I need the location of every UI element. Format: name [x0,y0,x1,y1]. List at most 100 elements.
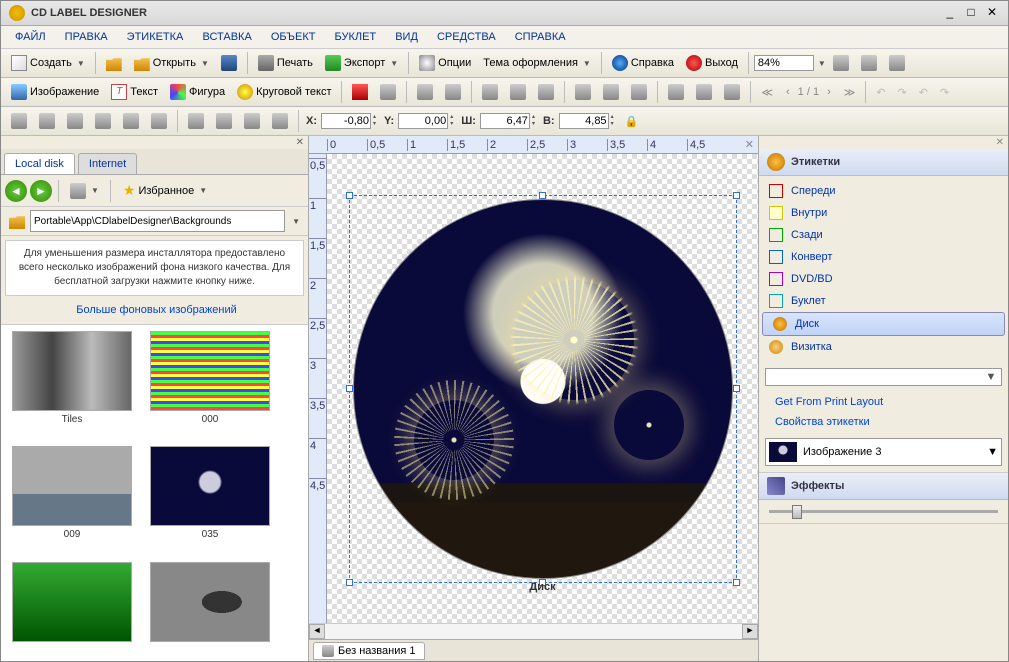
label-properties-link[interactable]: Свойства этикетки [759,412,1008,432]
align-center-button[interactable] [34,110,60,132]
help-button[interactable]: Справка [607,52,679,74]
theme-button[interactable]: Тема оформления▼ [478,54,596,72]
circular-text-button[interactable]: Круговой текст [232,81,336,103]
grid-button[interactable] [663,81,689,103]
more-backgrounds-link[interactable]: Больше фоновых изображений [68,300,240,320]
zoom-input[interactable] [754,55,814,71]
label-combo[interactable]: ▼ [765,368,1002,386]
insert-shape-button[interactable]: Фигура [165,81,230,103]
page-first-button[interactable]: ≪ [756,83,778,102]
print-button[interactable]: Печать [253,52,318,74]
label-card[interactable]: Визитка [759,336,1008,358]
edit-button[interactable] [375,81,401,103]
w-up[interactable]: ▴ [532,114,535,121]
maximize-button[interactable]: □ [963,6,979,20]
handle-sw[interactable] [346,579,353,586]
tab-local-disk[interactable]: Local disk [4,153,75,174]
menu-label[interactable]: ЭТИКЕТКА [119,28,192,46]
menu-object[interactable]: ОБЪЕКТ [263,28,324,46]
h-up[interactable]: ▴ [611,114,614,121]
handle-n[interactable] [539,192,546,199]
page-last-button[interactable]: ≫ [839,83,861,102]
label-dvd[interactable]: DVD/BD [759,268,1008,290]
thumb-009[interactable]: 009 [7,446,137,553]
y-input[interactable] [398,113,448,129]
label-combo-input[interactable] [768,371,983,383]
nav-forward-button[interactable]: ► [30,180,52,202]
page-prev-button[interactable]: ‹ [781,83,795,101]
label-front[interactable]: Спереди [759,180,1008,202]
paste-button[interactable] [533,81,559,103]
exit-button[interactable]: Выход [681,52,743,74]
redo2-button[interactable]: ↷ [935,83,954,102]
path-input[interactable] [30,210,285,232]
x-up[interactable]: ▴ [373,114,376,121]
x-input[interactable] [321,113,371,129]
left-panel-close[interactable]: ✕ [1,136,308,149]
thumb-misc2[interactable] [145,562,275,655]
menu-booklet[interactable]: БУКЛЕТ [327,28,385,46]
effects-panel-header[interactable]: Эффекты [759,473,1008,500]
effect-slider[interactable] [769,510,998,513]
tab-internet[interactable]: Internet [78,153,137,174]
get-print-layout-link[interactable]: Get From Print Layout [759,392,1008,412]
favorites-button[interactable]: ★Избранное▼ [117,179,213,202]
path-folder-icon[interactable] [4,210,30,232]
cut-button[interactable] [477,81,503,103]
undo-button[interactable]: ↶ [871,83,890,102]
insert-text-button[interactable]: TТекст [106,81,163,103]
label-booklet[interactable]: Буклет [759,290,1008,312]
menu-view[interactable]: ВИД [387,28,426,46]
handle-se[interactable] [733,579,740,586]
h-down[interactable]: ▾ [611,121,614,128]
label-envelope[interactable]: Конверт [759,246,1008,268]
thumb-035[interactable]: 035 [145,446,275,553]
export-button[interactable]: Экспорт▼ [320,52,403,74]
delete-button[interactable] [347,81,373,103]
redo-tool-button[interactable] [440,81,466,103]
lock-ratio-button[interactable]: 🔒 [620,112,644,131]
open-button[interactable]: Открыть▼ [129,52,214,74]
zoom-in-button[interactable] [828,52,854,74]
disc-object[interactable] [353,199,733,579]
menu-help[interactable]: СПРАВКА [507,28,574,46]
menu-insert[interactable]: ВСТАВКА [194,28,259,46]
thumb-tiles[interactable]: Tiles [7,331,137,438]
redo-button[interactable]: ↷ [892,83,911,102]
insert-image-button[interactable]: Изображение [6,81,104,103]
handle-e[interactable] [733,385,740,392]
canvas-close[interactable]: ✕ [745,138,754,151]
label-inside[interactable]: Внутри [759,202,1008,224]
options-button[interactable]: Опции [414,52,476,74]
align-left-button[interactable] [6,110,32,132]
labels-panel-header[interactable]: Этикетки [759,149,1008,176]
undo2-button[interactable]: ↶ [914,83,933,102]
h-input[interactable] [559,113,609,129]
handle-w[interactable] [346,385,353,392]
view-mode-button[interactable]: ▼ [65,180,104,202]
label-disk[interactable]: Диск [762,312,1005,336]
menu-file[interactable]: ФАЙЛ [7,28,54,46]
zoom-fit-button[interactable] [884,52,910,74]
menu-edit[interactable]: ПРАВКА [57,28,116,46]
guide-button[interactable] [719,81,745,103]
lock-button[interactable] [570,81,596,103]
scroll-right-button[interactable]: ► [742,624,758,639]
handle-ne[interactable] [733,192,740,199]
nav-back-button[interactable]: ◄ [5,180,27,202]
slider-thumb[interactable] [792,505,802,519]
align-top-button[interactable] [90,110,116,132]
thumb-000[interactable]: 000 [145,331,275,438]
new-button[interactable]: Создать▼ [6,52,90,74]
send-back-button[interactable] [211,110,237,132]
canvas[interactable]: Диск [327,154,758,623]
save-button[interactable] [216,52,242,74]
align-right-button[interactable] [62,110,88,132]
right-panel-close[interactable]: ✕ [759,136,1008,149]
scrollbar-horizontal[interactable]: ◄ ► [309,623,758,639]
y-up[interactable]: ▴ [450,114,453,121]
ungroup-button[interactable] [267,110,293,132]
page-next-button[interactable]: › [822,83,836,101]
copy-button[interactable] [505,81,531,103]
align-middle-button[interactable] [118,110,144,132]
